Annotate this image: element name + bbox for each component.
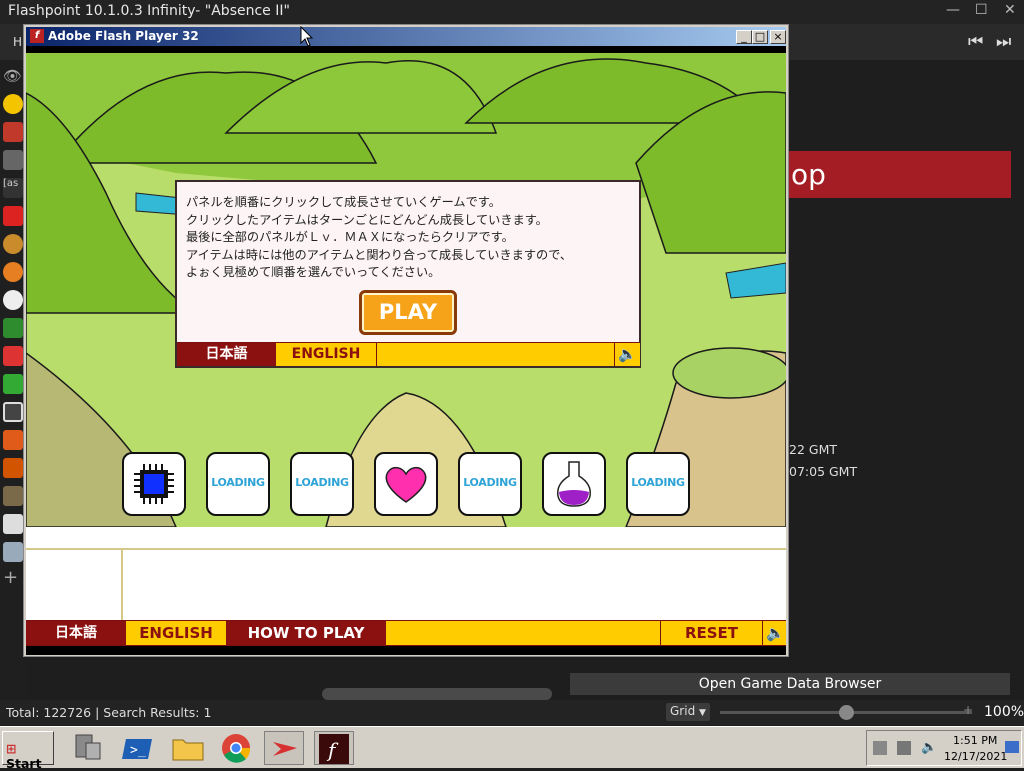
back-icon[interactable]: ⏮	[968, 32, 983, 52]
flash-player-icon[interactable]: f	[314, 731, 354, 765]
wave-icon[interactable]	[3, 458, 23, 478]
date-modified: 07:05 GMT	[789, 464, 858, 479]
maximize-icon[interactable]: ☐	[975, 2, 988, 18]
clock-time: 1:51 PM	[953, 734, 998, 747]
divider	[121, 550, 123, 620]
loading-label: LOADING	[631, 476, 685, 489]
play-button[interactable]: PLAY	[359, 290, 457, 335]
heart-icon	[385, 466, 427, 503]
volume-icon[interactable]: 🔈	[921, 740, 937, 755]
zoom-in-icon[interactable]: +	[963, 703, 973, 717]
chevron-down-icon: ▼	[699, 708, 706, 718]
invader-icon[interactable]	[3, 150, 23, 170]
zoom-percent: 100%	[984, 704, 1024, 720]
add-playlist-icon[interactable]: +	[3, 568, 23, 588]
network-status-icon[interactable]	[897, 741, 911, 755]
loading-label: LOADING	[211, 476, 265, 489]
item-tile-loading[interactable]: LOADING	[206, 452, 270, 516]
game-logo-banner: op	[788, 151, 1011, 198]
mouse-cursor-icon	[300, 26, 314, 47]
date-added: 22 GMT	[789, 442, 837, 457]
tree-icon[interactable]	[3, 318, 23, 338]
english-language-button[interactable]: ENGLISH	[276, 343, 377, 366]
forward-icon[interactable]: ⏭	[996, 32, 1011, 52]
status-bar: Total: 122726 | Search Results: 1 Grid ▼…	[0, 700, 1024, 725]
japanese-language-button[interactable]: 日本語	[177, 343, 276, 366]
folder-icon[interactable]	[168, 731, 208, 765]
eye-icon[interactable]: 👁	[3, 67, 23, 87]
network-icon[interactable]	[68, 731, 108, 765]
english-language-button[interactable]: ENGLISH	[126, 621, 226, 645]
item-tile-chip[interactable]	[122, 452, 186, 516]
item-tile-heart[interactable]	[374, 452, 438, 516]
flame-icon[interactable]	[3, 430, 23, 450]
maximize-button[interactable]: □	[752, 30, 768, 44]
system-tray: 🔈 1:51 PM 12/17/2021	[866, 730, 1022, 766]
status-text: Total: 122726 | Search Results: 1	[6, 705, 212, 720]
security-icon[interactable]	[873, 741, 887, 755]
flash-game-stage[interactable]: パネルを順番にクリックして成長させていくゲームです。 クリックしたアイテムはター…	[26, 46, 786, 655]
flash-player-icon: f	[30, 29, 44, 43]
chrome-icon[interactable]	[216, 731, 256, 765]
close-icon[interactable]: ✕	[1004, 2, 1016, 18]
figure-icon[interactable]	[3, 514, 23, 534]
powershell-icon[interactable]: >_	[118, 731, 158, 765]
item-tile-loading[interactable]: LOADING	[290, 452, 354, 516]
close-button[interactable]: ×	[770, 30, 786, 44]
divider	[26, 548, 786, 550]
horizontal-scrollbar[interactable]	[322, 688, 552, 700]
view-mode-select[interactable]: Grid ▼	[666, 703, 710, 721]
clip-icon[interactable]	[3, 402, 23, 422]
dialog-language-bar: 日本語 ENGLISH 🔈	[177, 342, 640, 366]
window-title: Flashpoint 10.1.0.3 Infinity- "Absence I…	[8, 3, 290, 19]
view-mode-value: Grid	[670, 704, 696, 718]
item-tile-loading[interactable]: LOADING	[626, 452, 690, 516]
svg-text:>_: >_	[130, 743, 146, 758]
instructions-dialog: パネルを順番にクリックして成長させていくゲームです。 クリックしたアイテムはター…	[175, 180, 641, 368]
item-tile-flask[interactable]	[542, 452, 606, 516]
burger-icon[interactable]	[3, 234, 23, 254]
flashpoint-titlebar: Flashpoint 10.1.0.3 Infinity- "Absence I…	[0, 0, 1024, 24]
flashpoint-icon[interactable]	[264, 731, 304, 765]
show-desktop-icon[interactable]	[1005, 741, 1019, 753]
start-label: Start	[6, 756, 42, 771]
clock-date: 12/17/2021	[944, 750, 1008, 763]
open-game-data-browser-button[interactable]: Open Game Data Browser	[570, 673, 1010, 695]
pixel-icon[interactable]	[3, 374, 23, 394]
stage-border	[26, 646, 786, 655]
instructions-text: パネルを順番にクリックして成長させていくゲームです。 クリックしたアイテムはター…	[186, 195, 573, 279]
banner-text: op	[791, 158, 826, 191]
cube-icon[interactable]	[3, 542, 23, 562]
minimize-icon[interactable]: —	[946, 2, 960, 18]
microchip-icon	[134, 464, 174, 504]
taskbar: ⊞ Start >_ f 🔈 1:51 PM 12/17/2021	[0, 726, 1024, 771]
flash-player-window: f Adobe Flash Player 32 _ □ × パネルを順番にクリッ	[23, 24, 789, 657]
speaker-icon[interactable]: 🔈	[614, 343, 640, 366]
japanese-language-button[interactable]: 日本語	[26, 621, 126, 645]
as-icon[interactable]: [as	[3, 178, 23, 198]
star-icon[interactable]	[3, 94, 23, 114]
flashpoint-playlist-icon[interactable]	[3, 122, 23, 142]
minimize-button[interactable]: _	[736, 30, 752, 44]
how-to-play-button[interactable]: HOW TO PLAY	[226, 621, 386, 645]
home-tab[interactable]: H	[13, 35, 22, 49]
bowl-icon[interactable]	[3, 290, 23, 310]
flask-icon	[556, 461, 592, 507]
item-tile-loading[interactable]: LOADING	[458, 452, 522, 516]
zoom-slider-handle[interactable]	[838, 705, 854, 720]
loading-label: LOADING	[295, 476, 349, 489]
pumpkin-icon[interactable]	[3, 262, 23, 282]
portrait-icon[interactable]	[3, 486, 23, 506]
flash-player-titlebar[interactable]: f Adobe Flash Player 32 _ □ ×	[26, 27, 786, 46]
start-button[interactable]: ⊞ Start	[2, 731, 54, 771]
number-icon[interactable]	[3, 206, 23, 226]
windows-logo-icon: ⊞	[6, 741, 17, 756]
w-icon[interactable]	[3, 346, 23, 366]
speaker-icon[interactable]: 🔈	[762, 621, 786, 645]
game-control-bar: 日本語 ENGLISH HOW TO PLAY RESET 🔈	[26, 620, 786, 646]
flash-player-title: Adobe Flash Player 32	[48, 29, 199, 43]
reset-button[interactable]: RESET	[660, 621, 762, 645]
game-info-panel: 日本語 ENGLISH HOW TO PLAY RESET 🔈	[26, 527, 786, 655]
loading-label: LOADING	[463, 476, 517, 489]
